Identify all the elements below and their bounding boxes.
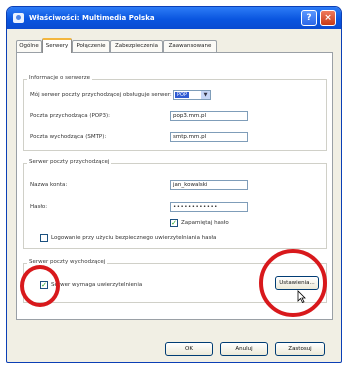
account-name-label: Nazwa konta: [30,182,68,188]
mouse-cursor-icon [297,290,306,303]
smtp-auth-checkbox[interactable]: ✓ [40,281,48,289]
account-icon [13,13,24,23]
spa-label: Logowanie przy użyciu bezpiecznego uwier… [51,235,217,241]
properties-window: Właściwości: Multimedia Polska ? × Ogóln… [6,6,342,363]
remember-password-checkbox[interactable]: ✓ [170,219,178,227]
tab-servers[interactable]: Serwery [42,38,72,53]
password-field[interactable]: •••••••••••• [170,202,248,212]
incoming-type-select[interactable]: POP ▼ [173,90,211,100]
incoming-type-value: POP [175,92,189,98]
close-button[interactable]: × [320,10,336,26]
outgoing-group-label: Serwer poczty wychodzącej [27,259,108,266]
smtp-auth-label: Serwer wymaga uwierzytelnienia [51,282,143,288]
cancel-button[interactable]: Anuluj [220,342,268,356]
password-label: Hasło: [30,204,48,210]
remember-password-label: Zapamiętaj hasło [181,220,229,226]
server-info-group-label: Informacje o serwerze [27,75,93,82]
pop3-label: Poczta przychodząca (POP3): [30,113,110,119]
window-title: Właściwości: Multimedia Polska [29,14,155,22]
help-button[interactable]: ? [301,10,317,26]
smtp-field[interactable]: smtp.mm.pl [170,132,248,142]
title-bar[interactable]: Właściwości: Multimedia Polska ? × [7,7,341,29]
incoming-group-label: Serwer poczty przychodzącej [27,159,112,166]
tab-security[interactable]: Zabezpieczenia [110,40,163,52]
tab-general[interactable]: Ogólne [16,40,42,52]
apply-button[interactable]: Zastosuj [275,342,325,356]
chevron-down-icon[interactable]: ▼ [201,91,210,99]
tab-advanced[interactable]: Zaawansowane [163,40,217,52]
ok-button[interactable]: OK [165,342,213,356]
smtp-label: Poczta wychodząca (SMTP): [30,134,107,140]
pop3-field[interactable]: pop3.mm.pl [170,111,248,121]
settings-button[interactable]: Ustawienia... [275,276,319,290]
servers-panel: Informacje o serwerze Mój serwer poczty … [16,52,333,320]
account-name-field[interactable]: jan_kowalski [170,180,248,190]
incoming-type-label: Mój serwer poczty przychodzącej obsługuj… [30,92,172,98]
tab-connection[interactable]: Połączenie [72,40,110,52]
spa-checkbox[interactable] [40,234,48,242]
